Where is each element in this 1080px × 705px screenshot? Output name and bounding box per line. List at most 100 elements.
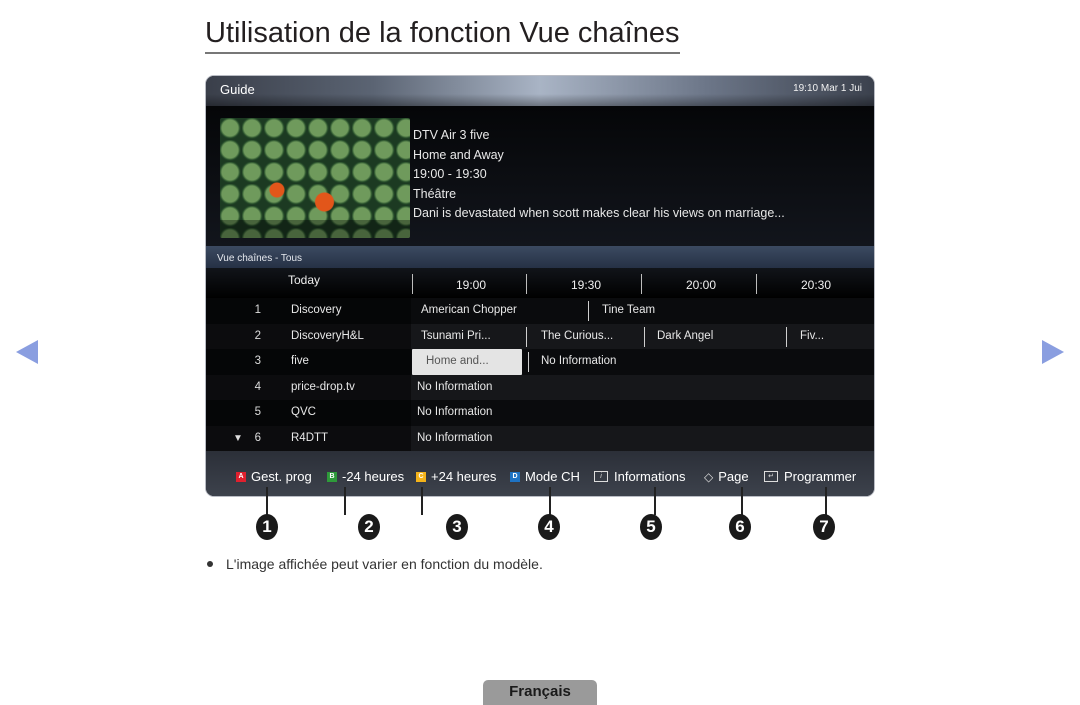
channel-name: R4DTT (291, 431, 329, 444)
guide-title: Guide (220, 82, 255, 97)
channel-name: Discovery (291, 304, 342, 316)
program-cell[interactable]: No Information (417, 406, 492, 418)
time-divider (641, 274, 642, 294)
channel-name: DiscoveryH&L (291, 329, 364, 342)
guide-header: Guide 19:10 Mar 1 Jui (206, 76, 874, 106)
time-divider (412, 274, 413, 294)
footer-label: -24 heures (342, 469, 405, 484)
channel-view-bar: Vue chaînes - Tous (206, 246, 874, 268)
footer-label: Gest. prog (251, 469, 312, 484)
page-title: Utilisation de la fonction Vue chaînes (205, 16, 680, 54)
channel-row[interactable]: 3 five Home and... No Information (206, 349, 874, 375)
channel-number: 3 (254, 355, 261, 367)
channel-number: 1 (254, 304, 261, 316)
program-divider (528, 352, 529, 372)
channel-grid: 1 Discovery American Chopper Tine Team 2… (206, 298, 874, 451)
callout-line (266, 487, 268, 515)
page-button[interactable]: ◇ Page (704, 469, 749, 484)
info-time: 19:00 - 19:30 (413, 167, 487, 181)
note-text: L'image affichée peut varier en fonction… (226, 556, 543, 572)
info-program: Home and Away (413, 147, 504, 162)
program-divider (644, 326, 645, 347)
previous-page-arrow-icon[interactable] (16, 340, 38, 364)
callout-line (344, 487, 346, 515)
channel-number: 5 (254, 406, 261, 418)
program-divider (786, 326, 787, 347)
info-genre: Théâtre (413, 186, 457, 201)
program-divider (588, 301, 589, 321)
channel-row[interactable]: 1 Discovery American Chopper Tine Team (206, 298, 874, 324)
time-slot: 19:00 (455, 278, 487, 292)
program-cell[interactable]: The Curious... (541, 330, 613, 342)
program-cell[interactable]: No Information (541, 355, 616, 367)
time-slot: 19:30 (570, 278, 602, 292)
channel-name: five (291, 355, 309, 367)
footer-label: Page (718, 469, 749, 484)
footer-label: Informations (614, 469, 686, 484)
channel-row[interactable]: 2 DiscoveryH&L Tsunami Pri... The Curiou… (206, 323, 874, 349)
program-cell[interactable]: American Chopper (421, 304, 517, 316)
language-tab[interactable]: Français (483, 680, 597, 705)
callout-2: 2 (358, 514, 380, 540)
info-icon: i (594, 471, 608, 482)
red-a-key-icon: A (236, 471, 246, 482)
program-cell[interactable]: Fiv... (800, 330, 824, 342)
callout-5: 5 (640, 514, 662, 540)
program-cell[interactable]: Tine Team (602, 304, 655, 316)
mode-ch-button[interactable]: D Mode CH (510, 469, 580, 484)
green-b-key-icon: B (327, 471, 337, 482)
programmer-button[interactable]: ↵ Programmer (764, 469, 856, 484)
bullet-icon (207, 561, 213, 568)
section-label: Vue chaînes - Tous (217, 253, 303, 264)
callout-line (741, 487, 743, 515)
timeline-header: Today 19:00 19:30 20:00 20:30 (206, 268, 874, 298)
gest-prog-button[interactable]: A Gest. prog (236, 469, 312, 484)
callout-line (549, 487, 551, 515)
channel-row[interactable]: ▼ 6 R4DTT No Information (206, 425, 874, 451)
time-slot: 20:30 (800, 278, 832, 292)
footer-label: Programmer (784, 469, 857, 484)
informations-button[interactable]: i Informations (594, 469, 686, 484)
info-channel: DTV Air 3 five (413, 128, 490, 142)
callout-4: 4 (538, 514, 560, 540)
model-note: L'image affichée peut varier en fonction… (207, 556, 543, 572)
callout-6: 6 (729, 514, 751, 540)
button-guide-bar: A Gest. prog B -24 heures C +24 heures D… (206, 451, 874, 496)
footer-label: +24 heures (431, 469, 497, 484)
channel-number: 4 (254, 380, 261, 393)
plus-24h-button[interactable]: C +24 heures (416, 469, 496, 484)
callout-3: 3 (446, 514, 468, 540)
tv-guide-screen: Guide 19:10 Mar 1 Jui DTV Air 3 five Hom… (206, 76, 874, 496)
callout-line (825, 487, 827, 515)
clock: 19:10 Mar 1 Jui (793, 83, 862, 94)
program-cell[interactable]: Tsunami Pri... (421, 330, 491, 342)
callout-1: 1 (256, 514, 278, 540)
program-cell[interactable]: Dark Angel (657, 330, 713, 342)
next-page-arrow-icon[interactable] (1042, 340, 1064, 364)
timeline-day: Today (288, 273, 321, 287)
scroll-down-arrow-icon[interactable]: ▼ (233, 433, 243, 444)
schedule-enter-icon: ↵ (764, 471, 778, 482)
callout-line (654, 487, 656, 515)
time-divider (526, 274, 527, 294)
channel-number: 2 (254, 329, 261, 342)
channel-row[interactable]: 5 QVC No Information (206, 400, 874, 426)
callout-7: 7 (813, 514, 835, 540)
minus-24h-button[interactable]: B -24 heures (327, 469, 404, 484)
footer-label: Mode CH (525, 469, 580, 484)
info-description: Dani is devastated when scott makes clea… (413, 206, 785, 220)
blue-d-key-icon: D (510, 471, 520, 482)
channel-name: QVC (291, 406, 316, 418)
channel-name: price-drop.tv (291, 380, 355, 393)
program-info-panel: DTV Air 3 five Home and Away 19:00 - 19:… (206, 106, 874, 246)
yellow-c-key-icon: C (416, 471, 426, 482)
program-divider (526, 326, 527, 347)
preview-thumbnail (220, 118, 410, 238)
program-cell[interactable]: No Information (417, 381, 492, 393)
program-cell[interactable]: No Information (417, 432, 492, 444)
time-divider (756, 274, 757, 294)
time-slot: 20:00 (685, 278, 717, 292)
selected-program-cell[interactable]: Home and... (412, 349, 522, 375)
channel-row[interactable]: 4 price-drop.tv No Information (206, 374, 874, 400)
callout-line (421, 487, 423, 515)
